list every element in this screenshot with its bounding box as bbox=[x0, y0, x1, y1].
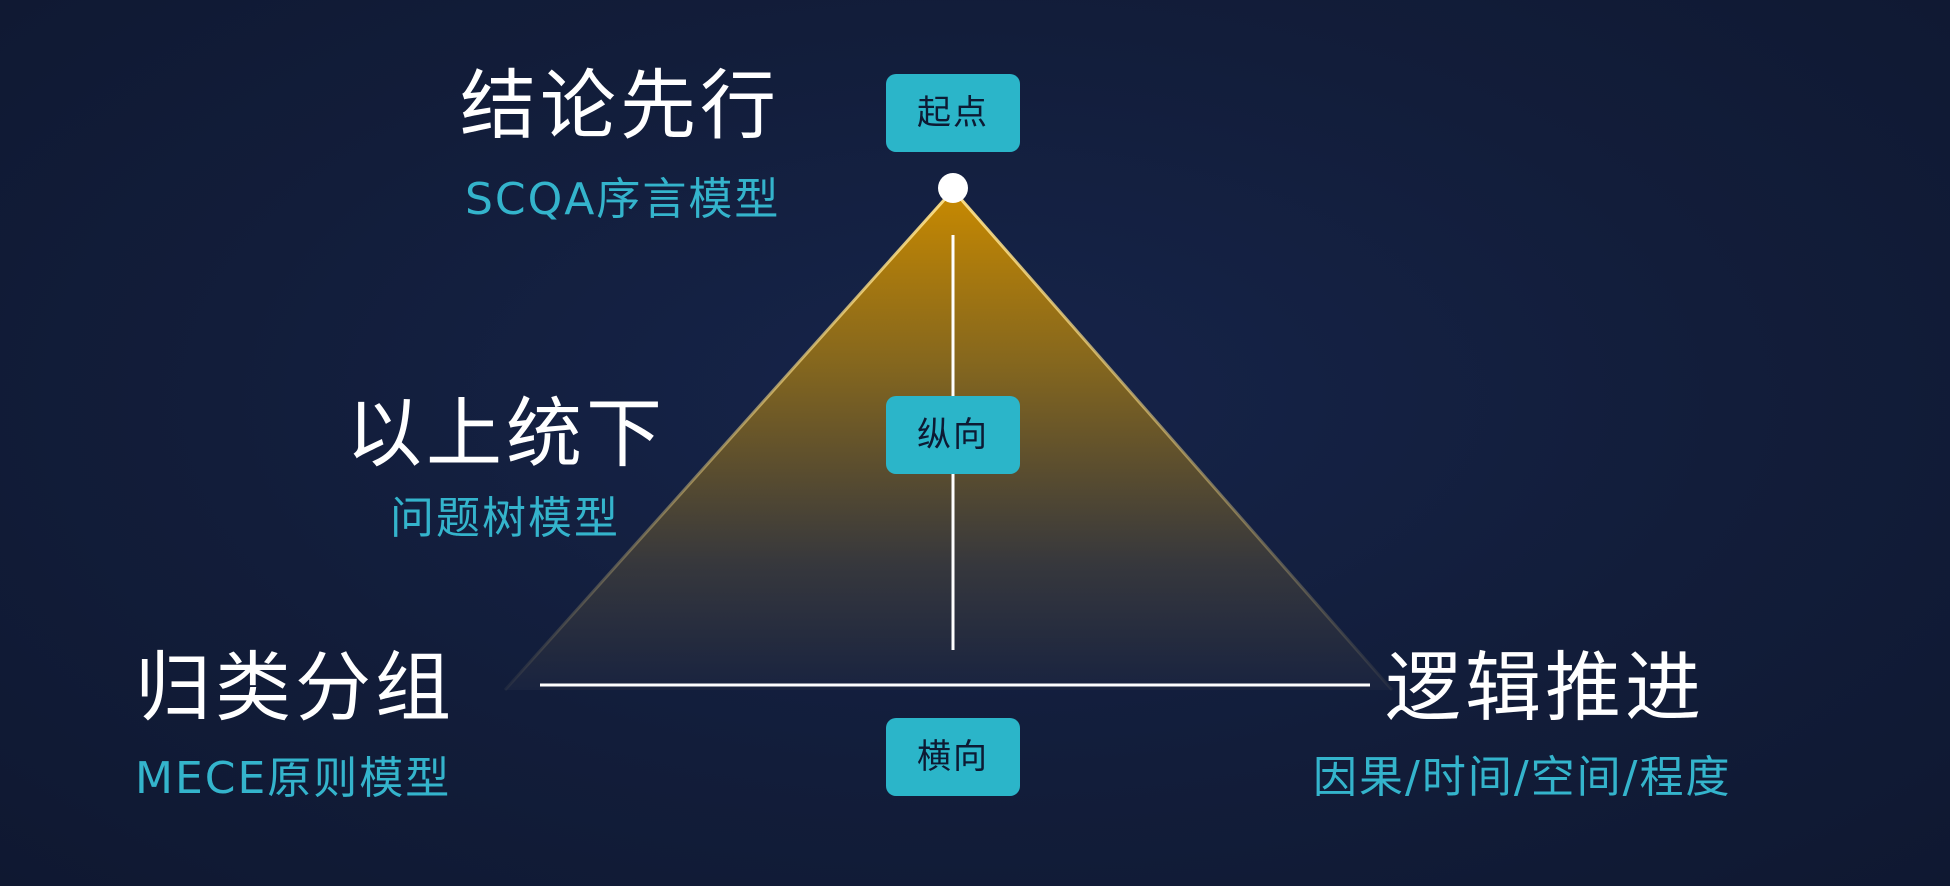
bottom-left-label: 归类分组 bbox=[135, 643, 455, 732]
apex-label: 结论先行 bbox=[460, 61, 780, 150]
apex-badge: 起点 bbox=[886, 74, 1020, 152]
diagram-canvas: 结论先行 SCQA序言模型 起点 以上统下 问题树模型 纵向 归类分组 MECE… bbox=[0, 0, 1950, 886]
bottom-right-sublabel: 因果/时间/空间/程度 bbox=[1313, 752, 1732, 803]
middle-label: 以上统下 bbox=[346, 389, 666, 478]
bottom-right-label: 逻辑推进 bbox=[1385, 643, 1705, 732]
apex-sublabel: SCQA序言模型 bbox=[465, 174, 781, 225]
bottom-left-sublabel: MECE原则模型 bbox=[135, 753, 452, 804]
horizontal-badge: 横向 bbox=[886, 718, 1020, 796]
vertical-badge: 纵向 bbox=[886, 396, 1020, 474]
apex-dot bbox=[938, 173, 968, 203]
middle-sublabel: 问题树模型 bbox=[390, 493, 620, 544]
